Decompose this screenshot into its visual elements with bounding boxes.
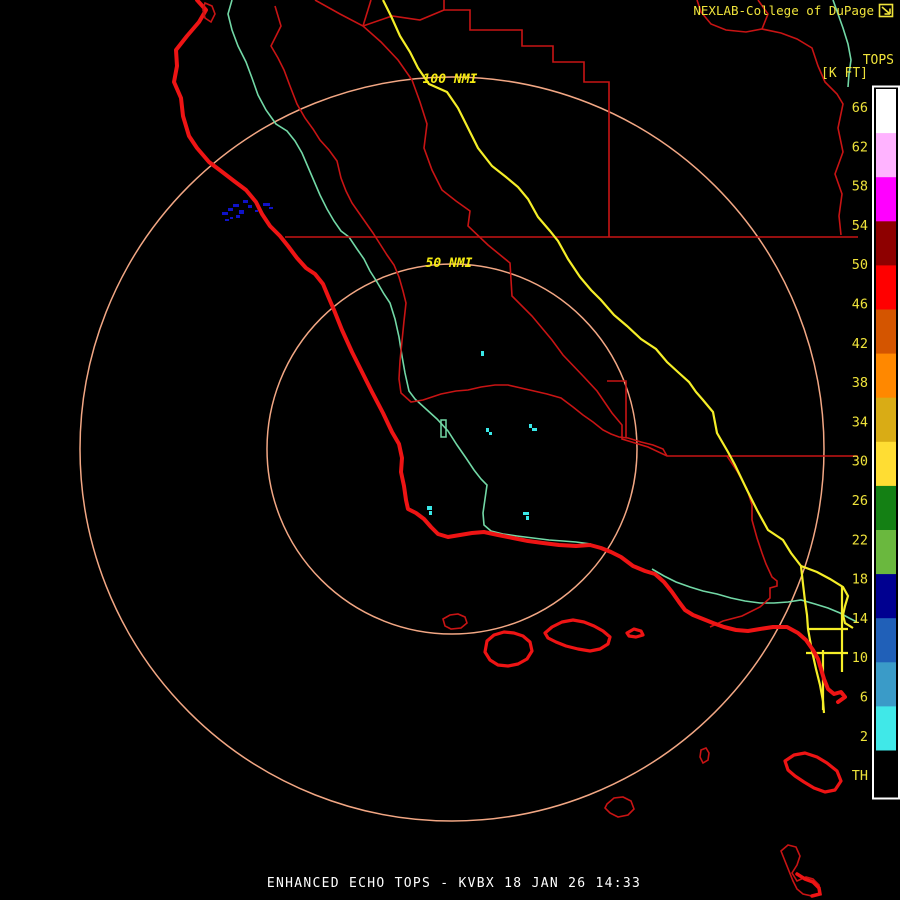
highway-line <box>800 564 854 629</box>
island-outline-thick <box>483 630 534 668</box>
range-ring-100nmi <box>79 76 825 822</box>
colorbar-tick-label: 54 <box>852 218 868 234</box>
island-outline-thin <box>442 613 468 630</box>
radar-echo-weak <box>228 208 233 211</box>
colorbar-block <box>876 221 896 266</box>
external-link-icon[interactable] <box>878 3 894 18</box>
colorbar-tick-label: 62 <box>852 139 868 155</box>
radar-echo-weak <box>222 212 228 215</box>
island-outline-thick <box>783 751 843 794</box>
county-border-line <box>314 0 858 457</box>
radar-echo <box>427 506 432 510</box>
colorbar-block <box>876 353 896 399</box>
colorbar-tick-label: 22 <box>852 532 868 548</box>
colorbar-block <box>876 265 896 311</box>
county-border-line <box>362 0 372 27</box>
radar-echo <box>526 516 529 520</box>
colorbar-block <box>876 89 896 134</box>
colorbar-block <box>876 133 896 178</box>
green-boundary-line <box>227 0 592 545</box>
colorbar-tick-label: 30 <box>852 454 868 470</box>
radar-echo-weak <box>255 210 258 212</box>
island-outline-thick <box>543 618 612 653</box>
colorbar-tick-label: TH <box>852 768 868 784</box>
map-layers <box>79 0 858 898</box>
radar-echo <box>489 432 492 435</box>
county-border-line <box>696 0 844 236</box>
radar-map-canvas: 66625854504642383430262218141062TH NEXLA… <box>79 0 900 898</box>
small-lake-outline <box>440 419 447 438</box>
range-ring-label-100nmi: 100 NMI <box>423 72 478 87</box>
radar-echo-weak <box>243 200 248 203</box>
site-attribution-title: NEXLAB-College of DuPage <box>693 3 874 18</box>
range-ring-label-50nmi: 50 NMI <box>426 256 473 271</box>
island-outline-thick <box>625 627 645 639</box>
radar-echo <box>523 512 529 515</box>
colorbar-block <box>876 485 896 531</box>
colorbar-tick-label: 50 <box>852 257 868 273</box>
radar-echo-weak <box>269 207 273 209</box>
colorbar-units: [K FT] <box>821 66 868 81</box>
colorbar-tick-label: 26 <box>852 493 868 509</box>
county-border-line <box>443 0 610 237</box>
county-border-line <box>362 9 445 27</box>
coastline <box>172 0 847 704</box>
colorbar-tick-label: 42 <box>852 336 868 352</box>
range-ring-50nmi <box>266 263 638 635</box>
echo-tops-colorbar: 66625854504642383430262218141062TH <box>852 85 900 800</box>
colorbar-tick-label: 2 <box>860 729 868 745</box>
island-outline-thin <box>780 844 821 897</box>
colorbar-tick-label: 38 <box>852 375 868 391</box>
radar-echo <box>532 428 537 431</box>
colorbar-block <box>876 177 896 222</box>
colorbar-block <box>876 618 896 663</box>
radar-echo <box>529 424 532 428</box>
radar-echo-weak <box>233 204 239 207</box>
radar-display: 66 62 58 54 50 46 42 38 34 30 26 22 18 14 10 6 2 TH NEXLA… <box>0 0 900 900</box>
colorbar-tick-label: 66 <box>852 100 868 116</box>
colorbar-tick-label: 10 <box>852 650 868 666</box>
colorbar-block <box>876 530 896 575</box>
colorbar-tick-label: 6 <box>860 690 868 706</box>
colorbar-block <box>876 750 896 796</box>
radar-echo-weak <box>230 217 233 219</box>
radar-echo-weak <box>225 219 229 221</box>
colorbar-tick-label: 58 <box>852 179 868 195</box>
radar-echo <box>481 351 484 356</box>
island-outline-thin <box>604 796 635 818</box>
colorbar-block <box>876 706 896 752</box>
radar-echo-weak <box>236 215 240 218</box>
radar-echo-weak <box>239 210 244 214</box>
colorbar-block <box>876 574 896 619</box>
island-outline-thin <box>699 747 710 765</box>
colorbar-tick-label: 18 <box>852 572 868 588</box>
product-caption: ENHANCED ECHO TOPS - KVBX 18 JAN 26 14:3… <box>267 876 641 891</box>
colorbar-tick-label: 34 <box>852 414 868 430</box>
radar-echo <box>429 511 432 515</box>
colorbar-block <box>876 397 896 443</box>
colorbar-block <box>876 309 896 355</box>
colorbar-block <box>876 662 896 707</box>
radar-echo <box>486 428 489 432</box>
radar-echo-weak <box>263 203 270 206</box>
radar-echo-weak <box>248 205 252 208</box>
colorbar-tick-label: 14 <box>852 611 868 627</box>
colorbar-tick-label: 46 <box>852 297 868 313</box>
colorbar-block <box>876 441 896 487</box>
